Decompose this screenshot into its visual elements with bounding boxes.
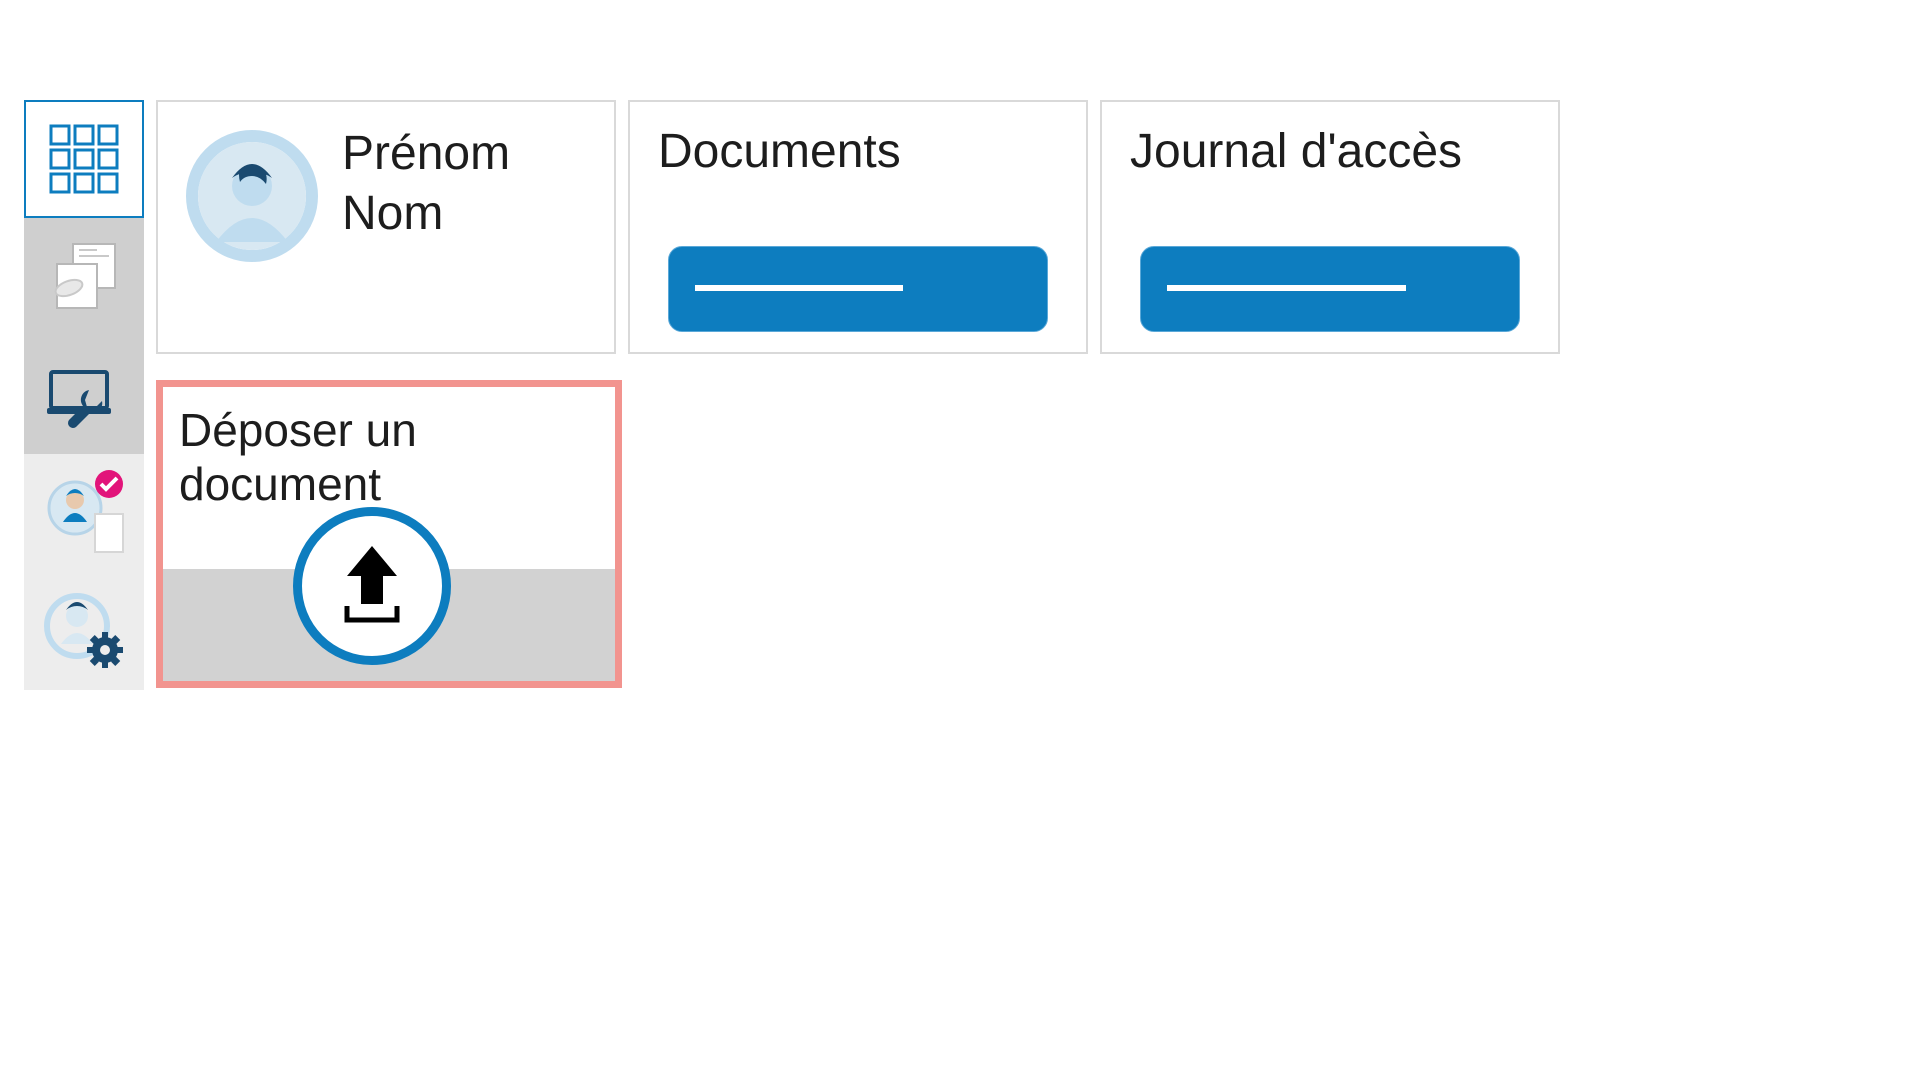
sidebar-item-user-settings[interactable]	[24, 572, 144, 690]
patient-name-block: Prénom Nom	[342, 124, 510, 330]
person-gear-icon	[39, 584, 129, 679]
documents-card-title: Documents	[658, 124, 1058, 179]
sidebar-item-apps[interactable]	[24, 100, 144, 218]
app-grid-icon	[39, 112, 129, 207]
patient-lastname-label: Nom	[342, 184, 510, 244]
upload-document-title: Déposer un document	[163, 387, 615, 511]
patient-firstname-label: Prénom	[342, 124, 510, 184]
sidebar-item-prescriptions[interactable]	[24, 218, 144, 336]
upload-button[interactable]	[293, 507, 451, 665]
content-area: Prénom Nom Documents Journal d'accès Dép…	[156, 100, 1896, 690]
patient-card[interactable]: Prénom Nom	[156, 100, 616, 354]
sidebar-item-settings-device[interactable]	[24, 336, 144, 454]
upload-document-card[interactable]: Déposer un document	[156, 380, 622, 688]
access-log-bar-icon	[1140, 246, 1520, 332]
documents-bar-icon	[668, 246, 1048, 332]
patient-avatar-icon	[186, 130, 318, 262]
upload-icon	[333, 540, 411, 633]
access-log-card-title: Journal d'accès	[1130, 124, 1530, 179]
person-check-icon	[39, 466, 129, 561]
documents-card[interactable]: Documents	[628, 100, 1088, 354]
laptop-wrench-icon	[39, 348, 129, 443]
documents-pill-icon	[39, 230, 129, 325]
sidebar-item-patient-consent[interactable]	[24, 454, 144, 572]
access-log-card[interactable]: Journal d'accès	[1100, 100, 1560, 354]
sidebar	[24, 100, 144, 690]
